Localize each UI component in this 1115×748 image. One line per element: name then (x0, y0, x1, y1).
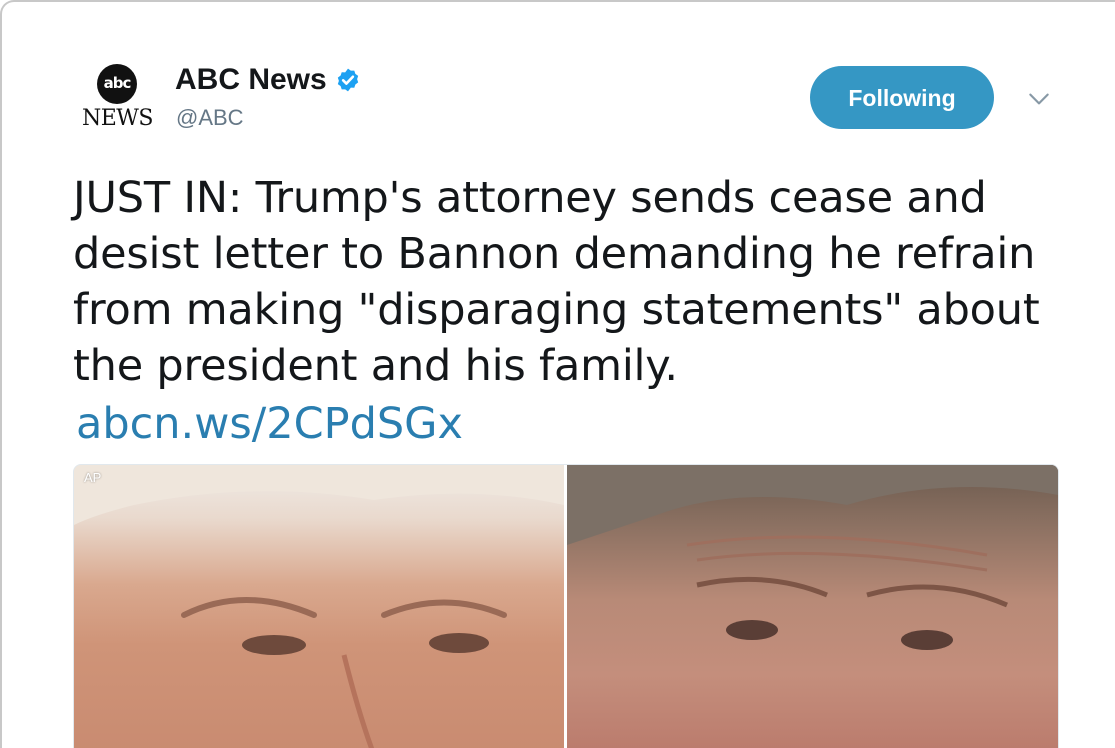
tweet-link[interactable]: abcn.ws/2CPdSGx (76, 396, 463, 452)
verified-badge-icon (337, 68, 358, 92)
following-button[interactable]: Following (810, 66, 994, 129)
chevron-down-icon[interactable] (1026, 86, 1052, 112)
right-photo (567, 465, 1058, 748)
abc-logo-mark: abc (97, 64, 137, 104)
news-logo-text: NEWS (82, 106, 154, 131)
account-name-label: ABC News (175, 63, 327, 96)
right-face-illustration (567, 465, 1058, 650)
photo-credit: AP (84, 470, 102, 485)
tweet-text: JUST IN: Trump's attorney sends cease an… (73, 173, 1040, 391)
tweet-media[interactable]: AP (73, 464, 1059, 748)
abc-news-logo[interactable]: abc NEWS (82, 64, 154, 131)
tweet-card: abc NEWS ABC News @ABC Following JUST IN… (0, 0, 1115, 748)
account-name[interactable]: ABC News (175, 63, 361, 97)
left-photo: AP (74, 465, 564, 748)
account-handle[interactable]: @ABC (176, 105, 244, 131)
left-face-illustration (74, 465, 564, 748)
